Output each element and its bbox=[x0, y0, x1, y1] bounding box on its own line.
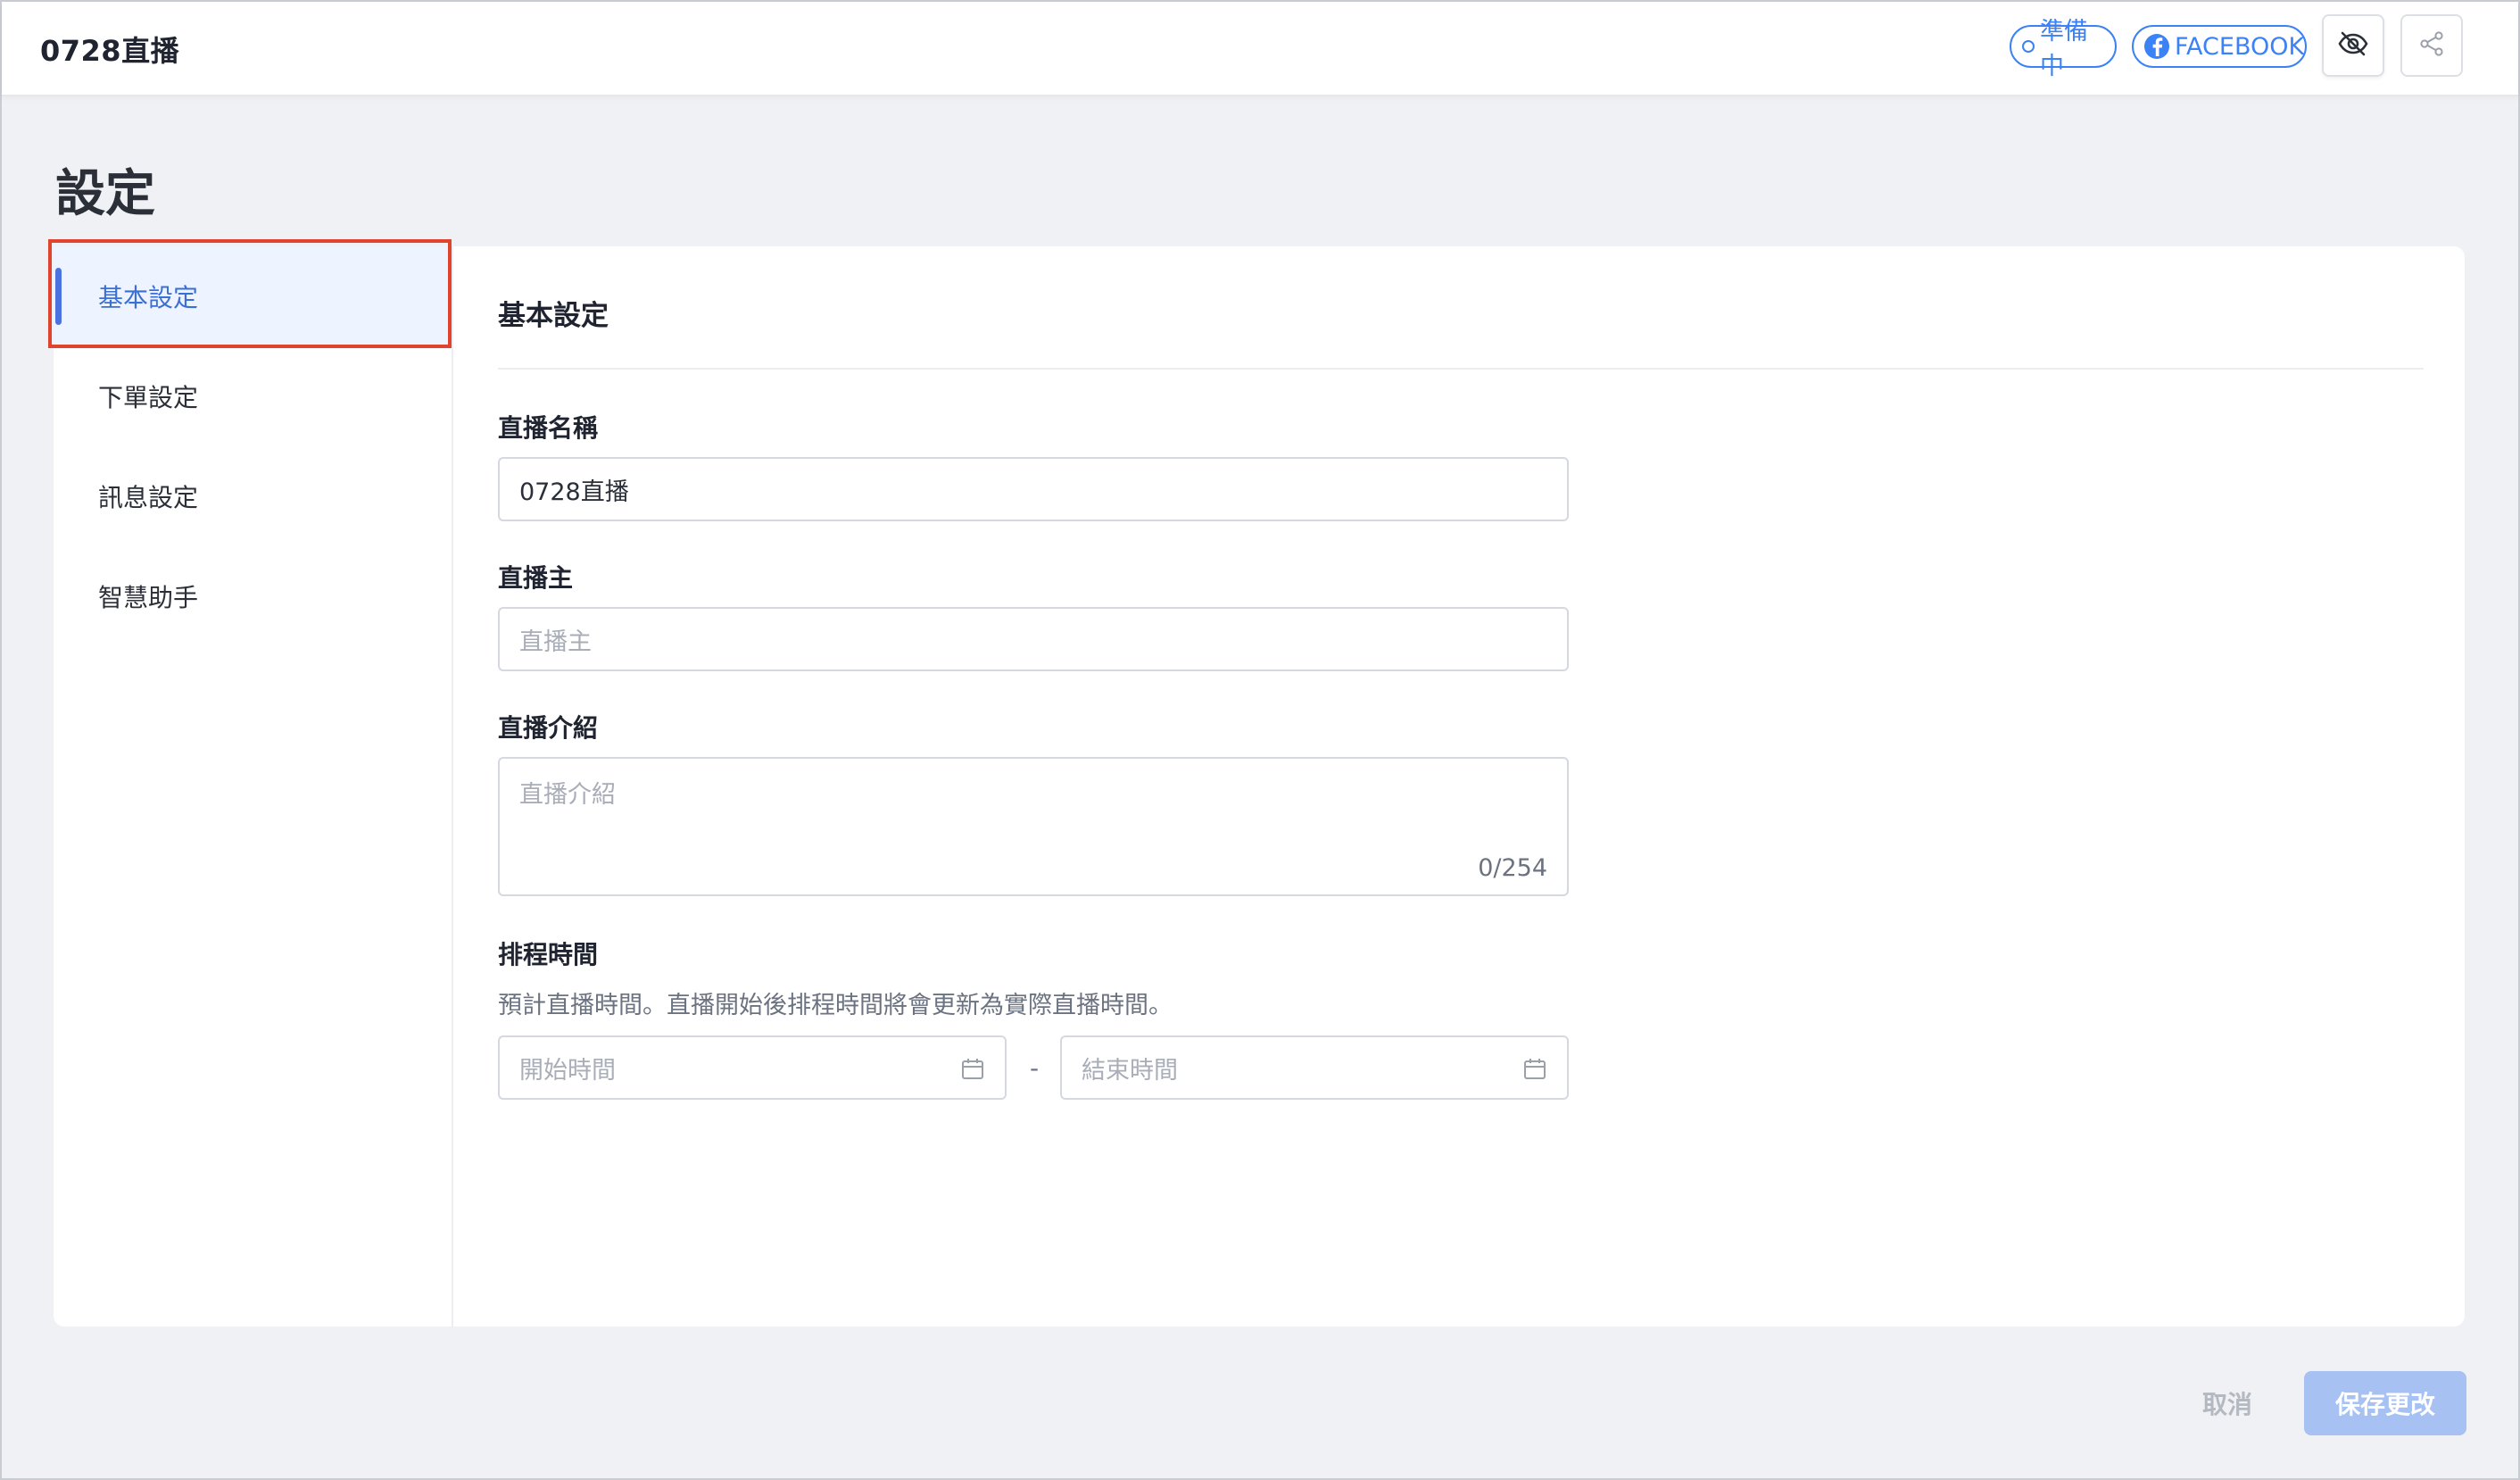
status-label: 準備中 bbox=[2040, 18, 2088, 80]
sidebar-item-smart-assistant[interactable]: 智慧助手 bbox=[54, 546, 452, 646]
end-time-input[interactable]: 結束時間 bbox=[1060, 1035, 1569, 1100]
sidebar-item-order-settings[interactable]: 下單設定 bbox=[54, 346, 452, 446]
sidebar-item-label: 基本設定 bbox=[98, 283, 199, 312]
host-label: 直播主 bbox=[498, 563, 574, 593]
settings-sidebar: 基本設定 下單設定 訊息設定 智慧助手 bbox=[48, 239, 453, 1326]
save-changes-button[interactable]: 保存更改 bbox=[2304, 1371, 2466, 1435]
cancel-button[interactable]: 取消 bbox=[2172, 1371, 2283, 1435]
intro-placeholder: 直播介紹 bbox=[519, 781, 616, 809]
schedule-helper-text: 預計直播時間。直播開始後排程時間將會更新為實際直播時間。 bbox=[498, 992, 1173, 1019]
sidebar-item-message-settings[interactable]: 訊息設定 bbox=[54, 446, 452, 546]
schedule-label: 排程時間 bbox=[498, 940, 599, 969]
settings-card: 基本設定 下單設定 訊息設定 智慧助手 基本設定 直播名稱 0728直播 直播主 bbox=[48, 239, 2465, 1326]
host-input[interactable]: 直播主 bbox=[498, 607, 1569, 671]
intro-char-counter: 0/254 bbox=[1478, 854, 1547, 882]
sidebar-item-label: 下單設定 bbox=[98, 383, 199, 412]
share-icon bbox=[2418, 30, 2445, 61]
sidebar-item-basic-settings[interactable]: 基本設定 bbox=[54, 246, 452, 346]
live-name-label: 直播名稱 bbox=[498, 413, 599, 443]
eye-off-icon bbox=[2338, 30, 2368, 61]
facebook-icon bbox=[2144, 34, 2169, 59]
live-title: 0728直播 bbox=[40, 34, 180, 68]
page-title: 設定 bbox=[55, 165, 155, 223]
intro-label: 直播介紹 bbox=[498, 713, 599, 743]
host-placeholder: 直播主 bbox=[519, 628, 592, 656]
section-title: 基本設定 bbox=[498, 300, 609, 332]
live-name-value: 0728直播 bbox=[519, 478, 629, 506]
sidebar-item-label: 智慧助手 bbox=[98, 583, 199, 612]
section-divider bbox=[498, 368, 2424, 370]
intro-textarea[interactable]: 直播介紹 0/254 bbox=[498, 757, 1569, 896]
top-bar: 0728直播 準備中 FACEBOOK bbox=[2, 2, 2518, 96]
status-dot-icon bbox=[2022, 40, 2035, 53]
status-badge: 準備中 bbox=[2010, 18, 2117, 80]
visibility-toggle-button[interactable] bbox=[2322, 14, 2384, 77]
platform-label: FACEBOOK bbox=[2175, 32, 2305, 61]
end-time-placeholder: 結束時間 bbox=[1082, 1056, 1178, 1085]
calendar-icon bbox=[960, 1057, 985, 1082]
calendar-icon bbox=[1522, 1057, 1547, 1082]
start-time-input[interactable]: 開始時間 bbox=[498, 1035, 1007, 1100]
live-name-input[interactable]: 0728直播 bbox=[498, 457, 1569, 521]
sidebar-item-label: 訊息設定 bbox=[98, 483, 199, 512]
share-button[interactable] bbox=[2400, 14, 2463, 77]
start-time-placeholder: 開始時間 bbox=[519, 1056, 616, 1085]
date-range-separator: - bbox=[1030, 1053, 1040, 1083]
platform-badge: FACEBOOK bbox=[2132, 25, 2307, 68]
app-window: 0728直播 準備中 FACEBOOK 設定 基本設定 下單設定 訊息設定 智慧… bbox=[0, 0, 2520, 1480]
